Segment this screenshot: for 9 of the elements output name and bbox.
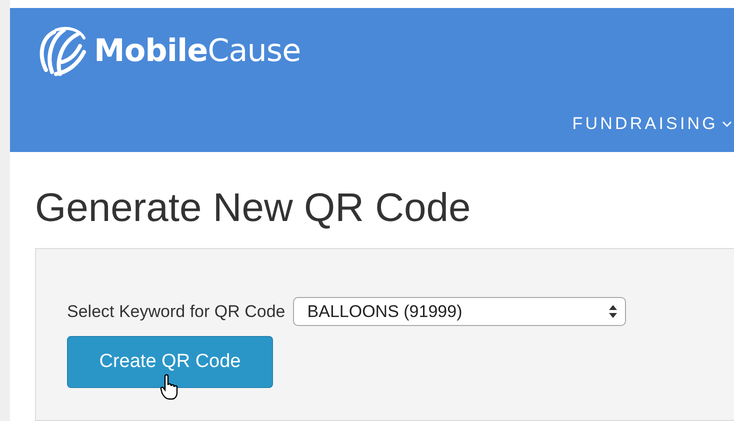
hand-cursor-icon xyxy=(160,374,180,400)
create-qr-code-button[interactable]: Create QR Code xyxy=(67,336,273,388)
brand-logo-text: MobileCause xyxy=(94,33,301,69)
page-title: Generate New QR Code xyxy=(35,188,472,228)
chevron-down-icon xyxy=(722,120,732,128)
nav-menu-link[interactable]: FUNDRAISING xyxy=(572,114,732,134)
field-label: Select Keyword for QR Code xyxy=(67,302,286,322)
updown-arrows-icon xyxy=(609,305,618,318)
keyword-select-field[interactable]: BALLOONS (91999) xyxy=(293,297,626,326)
